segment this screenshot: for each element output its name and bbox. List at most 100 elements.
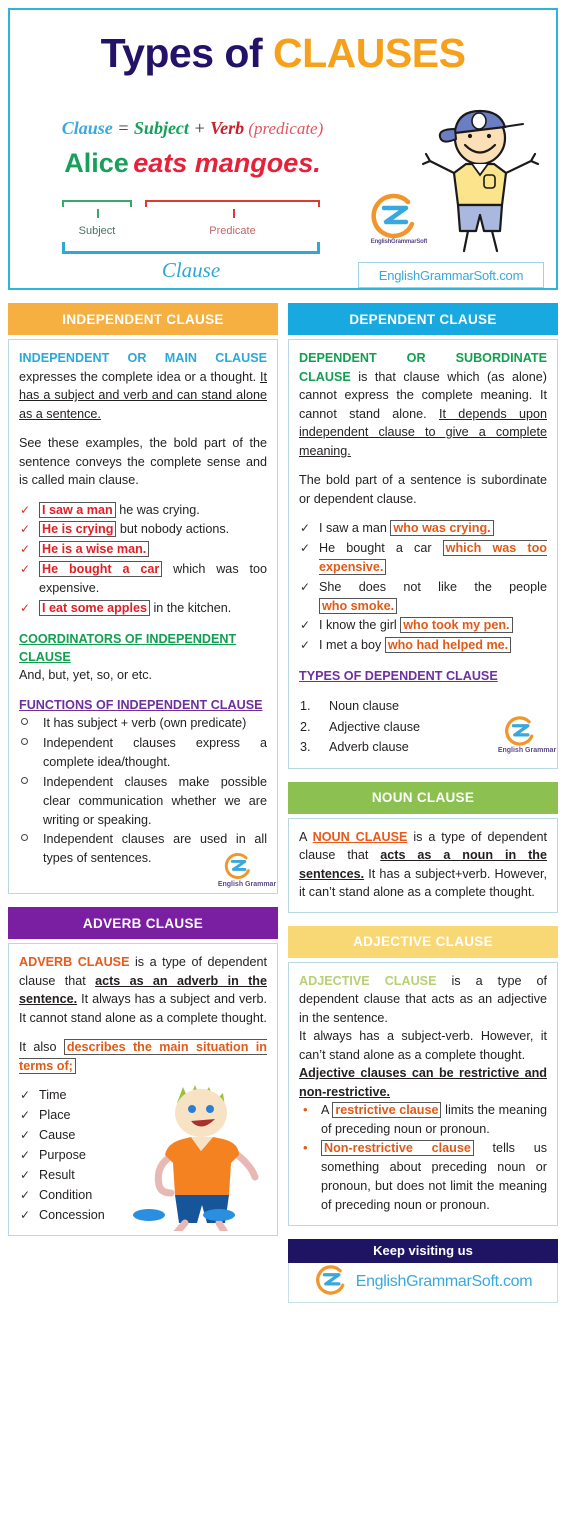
bullet-boxed: restrictive clause	[332, 1102, 442, 1119]
check-icon: ✓	[20, 542, 31, 557]
adverb-type: Concession	[39, 1207, 105, 1222]
dependent-type: Adjective clause	[329, 719, 421, 734]
clause-label: Clause	[161, 258, 221, 282]
dependent-type: Noun clause	[329, 699, 400, 714]
list-item: • Non-restrictive clause tells us somethi…	[299, 1139, 547, 1215]
check-icon: ✓	[300, 638, 311, 653]
example-pre: I met a boy	[319, 638, 385, 653]
adjective-bullets-list: • A restrictive clause limits the meaning…	[299, 1101, 547, 1214]
subject-bracket	[62, 200, 132, 218]
dependent-clause-title: DEPENDENT CLAUSE	[349, 311, 497, 327]
adverb-type: Place	[39, 1108, 71, 1123]
title-part-clauses: CLAUSES	[273, 30, 466, 76]
check-icon: ✓	[20, 1108, 31, 1123]
check-icon: ✓	[20, 1187, 31, 1202]
list-item: ✓ Concession	[19, 1206, 267, 1225]
predicate-bracket	[145, 200, 320, 218]
example-pre: She does not like the people	[319, 579, 547, 594]
footer-logo-icon	[314, 1263, 348, 1302]
dependent-mini-logo: English Grammar	[498, 714, 556, 754]
circle-bullet-icon	[21, 834, 28, 842]
noun-clause-text: A NOUN CLAUSE is a type of dependent cla…	[299, 828, 547, 902]
hero-website-box[interactable]: EnglishGrammarSoft.com	[358, 262, 544, 288]
bullet-boxed: Non-restrictive clause	[321, 1139, 474, 1156]
list-item: Independent clauses make possible clear …	[19, 773, 267, 830]
check-icon: ✓	[20, 522, 31, 537]
adverb-highlight: ADVERB CLAUSE	[19, 955, 130, 970]
list-item: ✓ She does not like the people who smoke.	[299, 578, 547, 616]
check-icon: ✓	[20, 1147, 31, 1162]
example-sentence: Alice eats mangoes.	[40, 148, 345, 179]
check-icon: ✓	[20, 1167, 31, 1182]
check-icon: ✓	[20, 1088, 31, 1103]
adverb-describes: It also describes the main situation in …	[19, 1038, 267, 1075]
noun-text-a: A	[299, 829, 313, 844]
infographic-page: Types of CLAUSES Clause = Subject + Verb…	[0, 0, 566, 1536]
right-column: DEPENDENT CLAUSE DEPENDENT OR SUBORDINAT…	[288, 303, 558, 1303]
independent-clause-panel: INDEPENDENT OR MAIN CLAUSE expresses the…	[8, 339, 278, 895]
list-item: ✓ He bought a car which was too expensive…	[299, 539, 547, 577]
adjective-para-bold: Adjective clauses can be restrictive and…	[299, 1066, 547, 1099]
subject-label: Subject	[78, 225, 116, 237]
check-icon: ✓	[300, 540, 311, 555]
example-rest: in the kitchen.	[150, 600, 232, 615]
noun-highlight: NOUN CLAUSE	[312, 829, 408, 844]
example-boxed: He is a wise man.	[39, 541, 150, 558]
noun-clause-title: NOUN CLAUSE	[371, 790, 475, 806]
example-pre: I saw a man	[319, 521, 391, 535]
list-item: ✓ Time	[19, 1086, 267, 1105]
independent-clause-title: INDEPENDENT CLAUSE	[62, 311, 224, 327]
adjective-clause-title: ADJECTIVE CLAUSE	[353, 934, 493, 950]
circle-bullet-icon	[21, 718, 28, 726]
example-boxed: who had helped me.	[384, 637, 512, 654]
adverb-types-list: ✓ Time ✓ Place ✓ Cause ✓ Purpose ✓ Result ✓ Co…	[19, 1086, 267, 1224]
adjective-para-b: It always has a subject-verb. However, i…	[299, 1029, 547, 1062]
footer-url-text: EnglishGrammarSoft.com	[355, 1273, 533, 1290]
adjective-intro: ADJECTIVE CLAUSE is a type of dependent …	[299, 972, 547, 1028]
independent-para2: See these examples, the bold part of the…	[19, 436, 267, 487]
formula-equals: =	[112, 118, 134, 138]
adverb-type: Time	[39, 1088, 67, 1103]
adverb-type: Purpose	[39, 1147, 86, 1162]
list-item: ✓ He bought a car which was too expensive…	[19, 560, 267, 598]
list-item: Independent clauses express a complete i…	[19, 734, 267, 772]
example-predicate: eats mangoes.	[133, 148, 321, 178]
footer-website[interactable]: EnglishGrammarSoft.com	[288, 1262, 558, 1303]
adverb-type: Condition	[39, 1187, 93, 1202]
formula-plus: +	[188, 118, 211, 138]
dependent-type: Adverb clause	[329, 740, 409, 755]
list-item: ✓ I know the girl who took my pen.	[299, 616, 547, 635]
page-title: Types of CLAUSES	[10, 10, 556, 77]
footer-banner: Keep visiting us	[288, 1238, 558, 1263]
check-icon: ✓	[300, 521, 311, 535]
list-item: ✓ Condition	[19, 1186, 267, 1205]
list-item: ✓ He is crying but nobody actions.	[19, 520, 267, 539]
dot-bullet-icon: •	[303, 1102, 308, 1118]
example-boxed: who was crying.	[390, 520, 494, 536]
hero-website-text: EnglishGrammarSoft.com	[378, 267, 524, 283]
predicate-label: Predicate	[209, 225, 256, 237]
adverb-type: Cause	[39, 1128, 76, 1142]
adverb-clause-header: ADVERB CLAUSE	[8, 907, 278, 940]
list-item: ✓ I met a boy who had helped me.	[299, 636, 547, 655]
formula-clause: Clause	[61, 118, 113, 138]
dependent-intro: DEPENDENT OR SUBORDINATE CLAUSE is that …	[299, 349, 547, 460]
example-pre: He bought a car	[319, 540, 443, 555]
function-text: Independent clauses make possible clear …	[43, 774, 267, 827]
list-item: ✓ He is a wise man.	[19, 540, 267, 559]
dependent-para2: The bold part of a sentence is subordina…	[299, 473, 547, 506]
independent-intro-rest: expresses the complete idea or a thought…	[19, 369, 260, 384]
list-item: ✓ Purpose	[19, 1146, 267, 1165]
coordinators-text: And, but, yet, so, or etc.	[19, 668, 153, 683]
dependent-types-heading: TYPES OF DEPENDENT CLAUSE	[299, 669, 498, 684]
example-boxed: who smoke.	[319, 597, 398, 614]
independent-functions-list: It has subject + verb (own predicate) In…	[19, 714, 267, 868]
example-boxed: I saw a man	[39, 501, 116, 518]
independent-examples-list: ✓ I saw a man he was crying. ✓ He is cryin…	[19, 501, 267, 618]
example-rest: he was crying.	[115, 502, 200, 517]
check-icon: ✓	[20, 1128, 31, 1142]
footer-band-text: Keep visiting us	[373, 1243, 473, 1258]
bullet-pre: A	[321, 1103, 333, 1118]
independent-intro: INDEPENDENT OR MAIN CLAUSE expresses the…	[19, 349, 267, 423]
title-part-types: Types of	[100, 30, 273, 76]
